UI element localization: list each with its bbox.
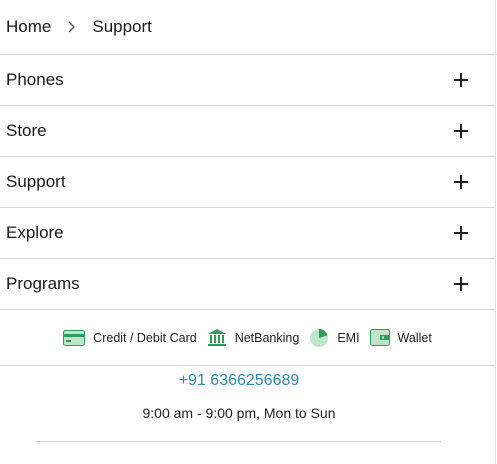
payment-emi: EMI — [309, 328, 360, 348]
accordion-programs[interactable]: Programs — [0, 259, 495, 310]
card-icon — [63, 329, 86, 346]
accordion-label: Store — [6, 121, 47, 140]
right-border — [495, 0, 496, 464]
bank-icon — [207, 329, 226, 346]
accordion-label: Programs — [6, 274, 80, 293]
payment-netbanking: NetBanking — [207, 328, 300, 347]
breadcrumb-home[interactable]: Home — [6, 17, 51, 37]
support-phone-link[interactable]: +91 6366256689 — [0, 370, 478, 392]
breadcrumb-current: Support — [92, 17, 152, 36]
payment-label: EMI — [337, 330, 360, 345]
payment-wallet: Wallet — [369, 329, 432, 346]
plus-icon[interactable] — [454, 124, 468, 138]
accordion-label: Phones — [6, 70, 64, 89]
accordion-label: Support — [6, 172, 66, 191]
accordion-explore[interactable]: Explore — [0, 208, 495, 259]
accordion-store[interactable]: Store — [0, 106, 495, 157]
payment-methods: Credit / Debit Card NetBanking EMI Walle… — [0, 310, 495, 366]
accordion-phones[interactable]: Phones — [0, 55, 495, 106]
plus-icon[interactable] — [454, 175, 468, 189]
pie-icon — [310, 328, 329, 347]
accordion-support[interactable]: Support — [0, 157, 495, 208]
plus-icon[interactable] — [454, 73, 468, 87]
payment-label: Credit / Debit Card — [93, 330, 197, 345]
plus-icon[interactable] — [454, 277, 468, 291]
breadcrumb: Home Support — [0, 0, 497, 55]
support-hours: 9:00 am - 9:00 pm, Mon to Sun — [142, 405, 336, 421]
accordion-label: Explore — [6, 223, 64, 242]
payment-label: Wallet — [397, 330, 432, 345]
plus-icon[interactable] — [454, 226, 468, 240]
payment-card: Credit / Debit Card — [63, 329, 197, 346]
payment-label: NetBanking — [234, 330, 300, 345]
wallet-icon — [369, 329, 390, 346]
divider — [36, 441, 441, 442]
chevron-right-icon — [68, 21, 76, 33]
